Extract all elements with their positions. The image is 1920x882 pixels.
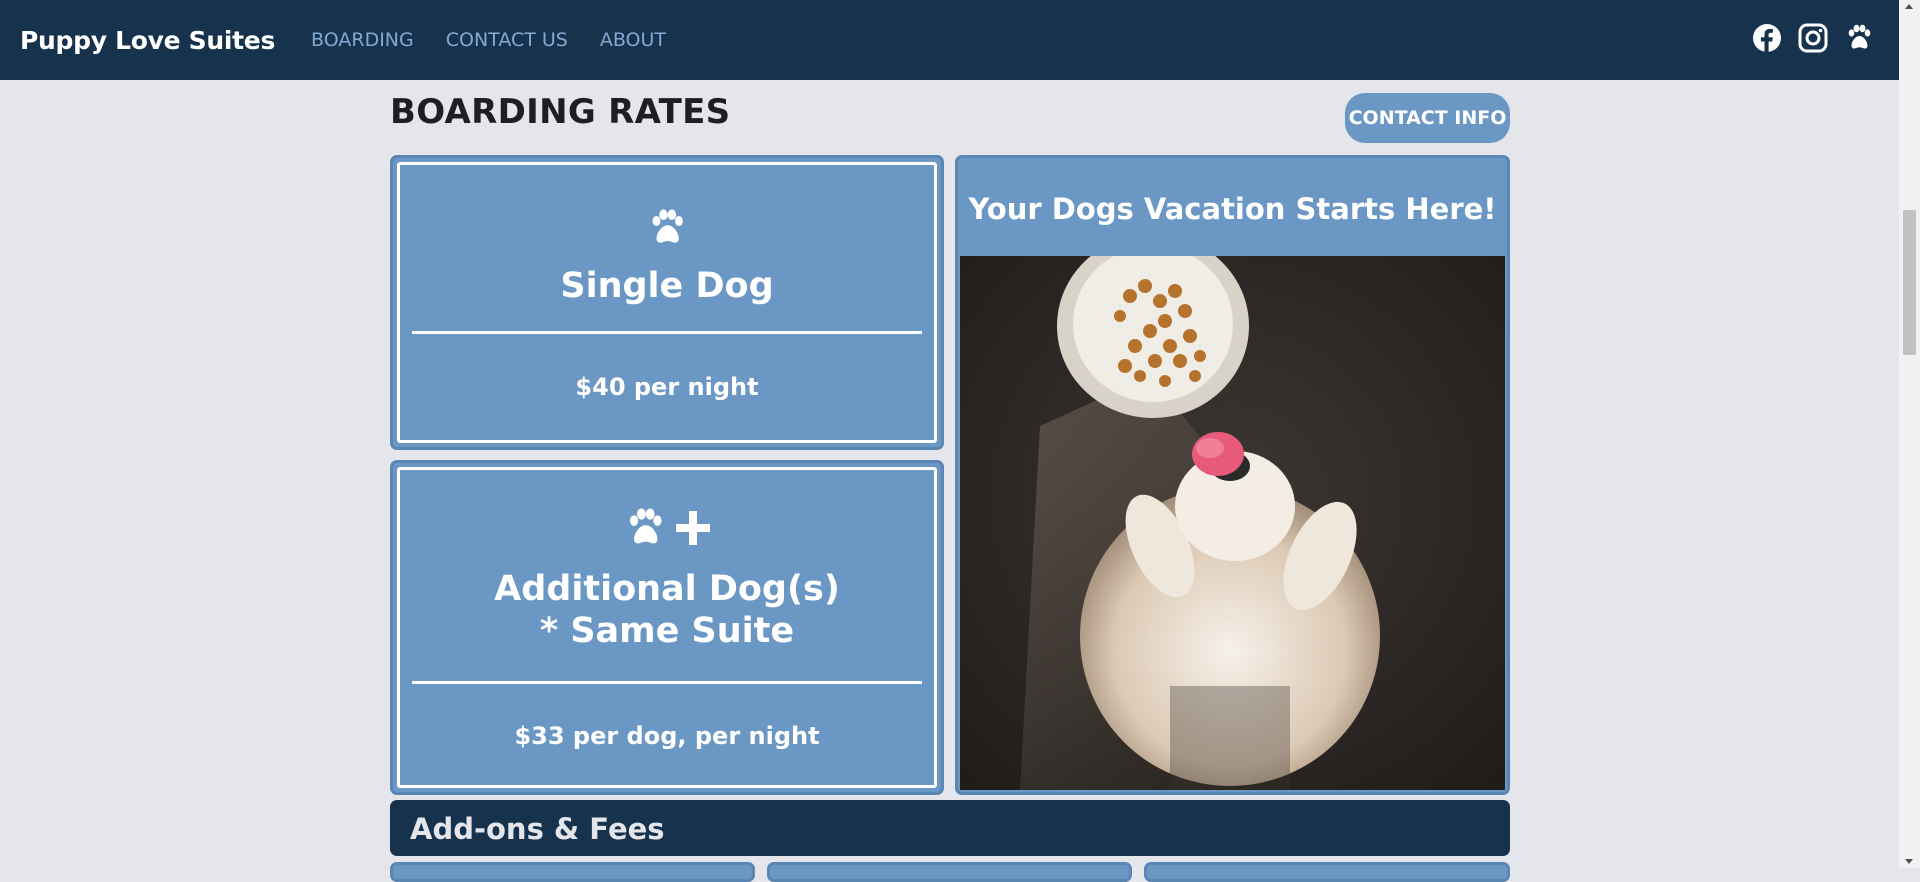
nav-link-about[interactable]: ABOUT	[600, 29, 666, 51]
rate-card-title-line-2: * Same Suite	[539, 611, 795, 651]
nav-links: BOARDING CONTACT US ABOUT	[311, 29, 698, 51]
brand-logo-text[interactable]: Puppy Love Suites	[20, 26, 275, 55]
rate-card-icons	[400, 506, 934, 555]
facebook-icon[interactable]	[1751, 22, 1783, 54]
addons-title: Add-ons & Fees	[410, 812, 665, 846]
scrollbar-thumb[interactable]	[1903, 210, 1916, 355]
rate-card-frame: Single Dog $40 per night	[397, 162, 937, 443]
paw-icon[interactable]	[1843, 22, 1875, 54]
addon-card	[767, 862, 1132, 882]
rate-card-single-dog: Single Dog $40 per night	[390, 155, 944, 450]
promo-heading: Your Dogs Vacation Starts Here!	[968, 192, 1497, 226]
rate-card-title: Single Dog	[560, 266, 774, 306]
addon-card	[390, 862, 755, 882]
page-title: BOARDING RATES	[390, 92, 731, 132]
nav-link-contact-us[interactable]: CONTACT US	[446, 29, 568, 51]
top-navbar: Puppy Love Suites BOARDING CONTACT US AB…	[0, 0, 1899, 80]
page-scrollbar[interactable]	[1899, 0, 1920, 868]
dog-photo	[960, 256, 1505, 790]
rate-card-icons	[400, 207, 934, 254]
social-links	[1751, 22, 1875, 54]
promo-photo-card: Your Dogs Vacation Starts Here!	[955, 155, 1510, 795]
rate-card-title-line-1: Additional Dog(s)	[494, 569, 840, 609]
addons-section-header: Add-ons & Fees	[390, 800, 1510, 856]
rate-card-additional-dogs: Additional Dog(s) * Same Suite $33 per d…	[390, 460, 944, 795]
rate-card-price: $40 per night	[575, 373, 759, 401]
instagram-icon[interactable]	[1797, 22, 1829, 54]
rate-card-divider	[412, 331, 922, 334]
contact-info-button[interactable]: CONTACT INFO	[1345, 93, 1510, 143]
scroll-up-arrow-icon[interactable]	[1905, 4, 1913, 9]
addon-card	[1144, 862, 1510, 882]
paw-icon	[645, 207, 689, 254]
rate-card-price: $33 per dog, per night	[514, 722, 820, 750]
scroll-down-arrow-icon[interactable]	[1905, 859, 1913, 864]
nav-link-boarding[interactable]: BOARDING	[311, 29, 414, 51]
rate-card-divider	[412, 681, 922, 684]
rate-card-frame: Additional Dog(s) * Same Suite $33 per d…	[397, 467, 937, 788]
plus-icon	[674, 509, 712, 552]
paw-icon	[622, 506, 668, 555]
